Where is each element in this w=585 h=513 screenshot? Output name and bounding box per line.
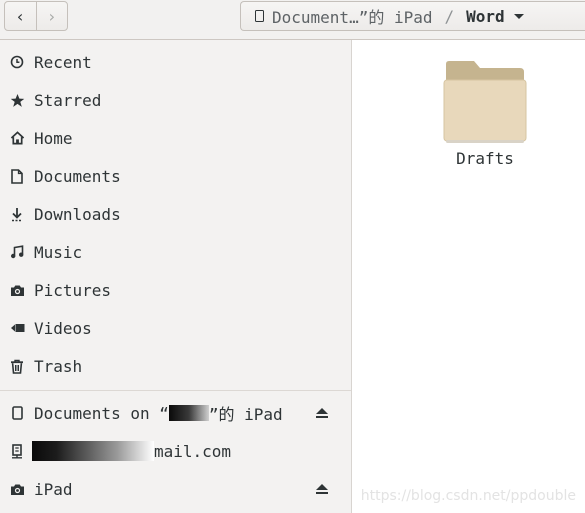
redaction-mask — [168, 405, 209, 421]
sidebar-item-network-account[interactable]: mail.com — [0, 432, 351, 470]
sidebar-item-starred[interactable]: Starred — [0, 81, 351, 119]
sidebar-item-videos[interactable]: Videos — [0, 309, 351, 347]
sidebar-item-label: Documents on “ — [34, 403, 169, 423]
download-icon — [9, 206, 25, 222]
folder-label[interactable]: Drafts — [435, 149, 535, 168]
music-icon — [9, 244, 25, 260]
sidebar-item-label: Music — [34, 242, 83, 262]
document-icon — [9, 168, 25, 184]
forward-button[interactable]: › — [35, 2, 68, 30]
sidebar-item-home[interactable]: Home — [0, 119, 351, 157]
sidebar-item-label: iPad — [34, 479, 73, 499]
sidebar-item-ipad[interactable]: iPad — [0, 470, 351, 508]
camera-icon — [9, 282, 25, 298]
chevron-right-icon: › — [46, 6, 57, 26]
sidebar-item-label: Pictures — [34, 280, 112, 300]
star-icon — [9, 92, 25, 108]
path-crumb-current[interactable]: Word — [466, 7, 505, 26]
clock-icon — [9, 54, 25, 70]
navigation-buttons: ‹ › — [4, 1, 68, 31]
sidebar-item-music[interactable]: Music — [0, 233, 351, 271]
path-crumb-device[interactable]: Document…”的 iPad — [272, 4, 433, 28]
header-bar: ‹ › Document…”的 iPad / Word — [0, 0, 585, 40]
redaction-mask — [32, 441, 154, 461]
sidebar-item-pictures[interactable]: Pictures — [0, 271, 351, 309]
tablet-icon — [255, 10, 264, 22]
sidebar-item-label: Recent — [34, 52, 92, 72]
sidebar-item-label: Home — [34, 128, 73, 148]
chevron-left-icon: ‹ — [15, 6, 26, 26]
trash-icon — [9, 358, 25, 374]
path-bar: Document…”的 iPad / Word — [240, 1, 585, 31]
file-view: Drafts https://blog.csdn.net/ppdouble — [353, 40, 585, 513]
sidebar: Recent Starred Home Documents Downloads … — [0, 40, 352, 513]
sidebar-item-trash[interactable]: Trash — [0, 347, 351, 385]
sidebar-item-label: Downloads — [34, 204, 121, 224]
eject-icon[interactable] — [315, 480, 329, 499]
sidebar-item-documents-on-ipad[interactable]: Documents on “ ”的 iPad — [0, 394, 351, 432]
sidebar-item-recent[interactable]: Recent — [0, 43, 351, 81]
sidebar-item-downloads[interactable]: Downloads — [0, 195, 351, 233]
tablet-icon — [9, 405, 25, 421]
chevron-down-icon[interactable] — [513, 13, 524, 19]
watermark-text: https://blog.csdn.net/ppdouble — [360, 488, 576, 504]
sidebar-item-label: Videos — [34, 318, 92, 338]
path-separator: / — [444, 6, 455, 26]
camera-icon — [9, 481, 25, 497]
sidebar-item-documents[interactable]: Documents — [0, 157, 351, 195]
folder-icon[interactable] — [442, 60, 528, 144]
sidebar-divider — [0, 390, 351, 391]
sidebar-item-label: Trash — [34, 356, 83, 376]
video-icon — [9, 320, 25, 336]
network-icon — [9, 443, 25, 459]
eject-icon[interactable] — [315, 404, 329, 423]
sidebar-item-label-suffix: mail.com — [154, 441, 232, 461]
sidebar-item-label: Starred — [34, 90, 102, 110]
sidebar-item-label-suffix: ”的 iPad — [208, 405, 283, 424]
home-icon — [9, 130, 25, 146]
sidebar-item-label: Documents — [34, 166, 121, 186]
back-button[interactable]: ‹ — [5, 2, 36, 30]
